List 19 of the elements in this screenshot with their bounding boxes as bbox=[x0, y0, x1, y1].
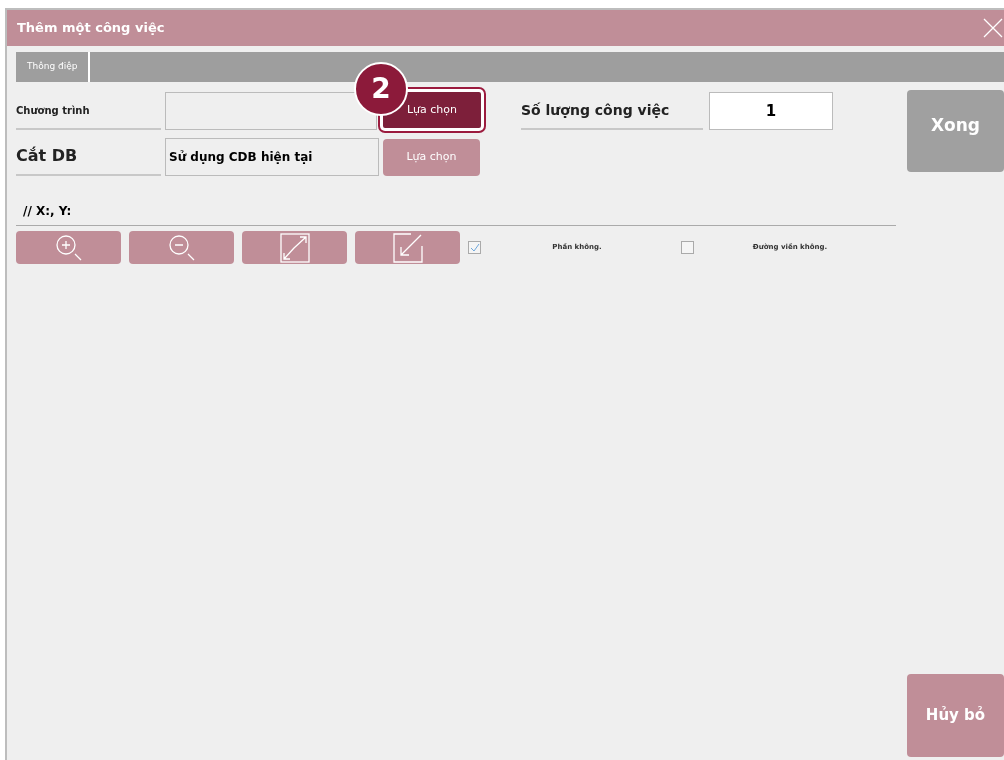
field-label: Chương trình bbox=[16, 92, 161, 130]
cut-db-field[interactable]: Sử dụng CDB hiện tại bbox=[165, 138, 379, 176]
expand-icon bbox=[277, 231, 312, 264]
shrink-button[interactable] bbox=[355, 231, 460, 264]
checkbox[interactable] bbox=[468, 241, 481, 254]
select-button[interactable]: Lựa chọn bbox=[383, 139, 480, 176]
done-button[interactable]: Xong bbox=[907, 90, 1004, 172]
cancel-button[interactable]: Hủy bỏ bbox=[907, 674, 1004, 757]
job-count-field[interactable]: 1 bbox=[709, 92, 833, 130]
window-title: Thêm một công việc bbox=[17, 19, 165, 38]
field-label: Số lượng công việc bbox=[521, 92, 703, 130]
close-icon[interactable] bbox=[982, 17, 1004, 39]
field-label: Cắt DB bbox=[16, 138, 161, 176]
zoom-in-button[interactable] bbox=[16, 231, 121, 264]
arrow-in-box-icon bbox=[390, 231, 425, 264]
expand-button[interactable] bbox=[242, 231, 347, 264]
coordinates-text: // X:, Y: bbox=[23, 204, 72, 218]
zoom-out-button[interactable] bbox=[129, 231, 234, 264]
checkbox[interactable] bbox=[681, 241, 694, 254]
